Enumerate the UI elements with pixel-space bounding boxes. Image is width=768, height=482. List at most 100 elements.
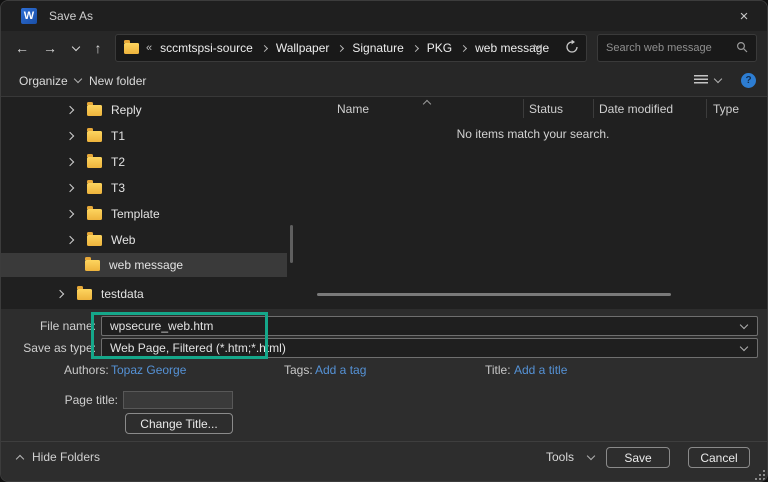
tree-item-label: T1 (111, 129, 126, 143)
up-button[interactable]: ↑ (85, 31, 111, 65)
new-folder-label: New folder (89, 73, 147, 88)
organize-label: Organize (19, 73, 68, 88)
page-title-input[interactable] (123, 391, 233, 409)
folder-icon (87, 232, 102, 246)
tools-label: Tools (546, 450, 575, 464)
folder-icon (87, 128, 102, 142)
tree-item-t3[interactable]: T3 (1, 175, 287, 201)
resize-grip[interactable] (755, 470, 765, 480)
window-title: Save As (49, 9, 94, 23)
chevron-right-icon (460, 44, 468, 52)
tree-item-web[interactable]: web message Web (1, 227, 287, 253)
tree-item-label: T3 (111, 181, 126, 195)
views-button[interactable] (694, 65, 723, 96)
main-area: Reply T1 T2 T3 Template Web web message … (1, 97, 767, 309)
tree-item-label: Reply (111, 103, 142, 117)
word-app-icon: W (21, 8, 37, 24)
file-list-horizontal-scrollbar[interactable] (317, 293, 671, 296)
help-icon[interactable]: ? (741, 73, 756, 88)
close-icon[interactable]: × (729, 3, 759, 29)
chevron-right-icon (411, 44, 419, 52)
authors-label: Authors: (64, 363, 109, 377)
breadcrumb-segment[interactable]: PKG (425, 41, 454, 55)
chevron-down-icon (73, 74, 82, 84)
folder-tree: Reply T1 T2 T3 Template Web web message … (1, 97, 291, 309)
column-header-name[interactable]: Name (337, 99, 369, 119)
search-box (597, 34, 757, 62)
column-header-date-modified[interactable]: Date modified (599, 99, 673, 119)
authors-value-link[interactable]: Topaz George (111, 363, 186, 377)
folder-icon (87, 154, 102, 168)
save-as-type-combobox (101, 338, 758, 358)
breadcrumb-segment[interactable]: Wallpaper (274, 41, 332, 55)
chevron-down-icon (713, 74, 723, 84)
tree-item-label: testdata (101, 287, 144, 301)
chevron-down-icon (586, 451, 596, 460)
empty-results-message: No items match your search. (456, 127, 610, 141)
expand-icon[interactable] (65, 183, 75, 193)
tree-item-t1[interactable]: T1 (1, 123, 287, 149)
title-label: Title: (485, 363, 511, 377)
expand-icon[interactable] (55, 289, 65, 299)
chevron-up-icon (15, 454, 25, 463)
save-as-dialog: W Save As × ← → ↑ « sccmtspsi-source Wal… (0, 0, 768, 482)
column-divider[interactable] (706, 99, 707, 118)
search-icon[interactable] (736, 41, 748, 56)
expand-icon[interactable] (65, 157, 75, 167)
footer-divider (1, 441, 767, 442)
chevron-right-icon (337, 44, 345, 52)
tree-item-label: web message (109, 258, 184, 272)
folder-icon (85, 257, 100, 271)
tags-label: Tags: (284, 363, 313, 377)
title-bar: W Save As × (1, 1, 767, 31)
address-bar[interactable]: « sccmtspsi-source Wallpaper Signature P… (115, 34, 587, 62)
column-divider[interactable] (593, 99, 594, 118)
chevron-down-icon[interactable] (739, 320, 749, 329)
cancel-button[interactable]: Cancel (688, 447, 750, 468)
column-header-status[interactable]: Status (529, 99, 563, 119)
new-folder-button[interactable]: New folder (89, 65, 146, 96)
search-input[interactable] (606, 42, 736, 54)
expand-icon[interactable] (65, 131, 75, 141)
tree-item-t2[interactable]: T2 (1, 149, 287, 175)
tree-item-testdata[interactable]: testdata (1, 281, 287, 307)
forward-button[interactable]: → (37, 31, 63, 65)
expand-icon[interactable] (65, 209, 75, 219)
file-name-label: File name: (39, 319, 96, 333)
add-tag-link[interactable]: Add a tag (315, 363, 366, 377)
save-as-type-label: Save as type: (23, 341, 96, 355)
breadcrumb-segment[interactable]: sccmtspsi-source (158, 41, 255, 55)
expand-icon[interactable] (65, 235, 75, 245)
expand-icon[interactable] (65, 105, 75, 115)
save-as-type-input[interactable] (102, 341, 741, 355)
tree-item-reply[interactable]: Reply (1, 97, 287, 123)
organize-button[interactable]: Organize (19, 65, 82, 96)
folder-icon (87, 102, 102, 116)
tree-scrollbar[interactable] (290, 225, 293, 263)
folder-icon (87, 180, 102, 194)
views-icon (694, 75, 708, 86)
change-title-button[interactable]: Change Title... (125, 413, 233, 434)
tree-item-template[interactable]: Template (1, 201, 287, 227)
sort-ascending-icon[interactable] (422, 99, 432, 109)
column-header-type[interactable]: Type (713, 99, 739, 119)
hide-folders-label: Hide Folders (32, 450, 101, 464)
hide-folders-button[interactable]: Hide Folders (15, 450, 101, 464)
folder-icon (77, 286, 92, 300)
chevron-down-icon[interactable] (739, 342, 749, 351)
folder-icon (87, 206, 102, 220)
navigation-bar: ← → ↑ « sccmtspsi-source Wallpaper Signa… (1, 31, 767, 65)
back-button[interactable]: ← (9, 31, 35, 65)
refresh-icon[interactable] (565, 39, 579, 57)
add-title-link[interactable]: Add a title (514, 363, 567, 377)
save-button[interactable]: Save (606, 447, 670, 468)
tree-item-web-message-selected[interactable]: web message (1, 253, 287, 277)
breadcrumb-segment[interactable]: Signature (350, 41, 405, 55)
file-name-input[interactable] (102, 319, 741, 333)
chevron-right-icon (260, 44, 268, 52)
column-divider[interactable] (523, 99, 524, 118)
breadcrumb-overflow-icon[interactable]: « (146, 42, 152, 54)
tree-item-label: Web (111, 233, 136, 247)
file-name-combobox (101, 316, 758, 336)
tools-button[interactable]: Tools (546, 450, 596, 464)
